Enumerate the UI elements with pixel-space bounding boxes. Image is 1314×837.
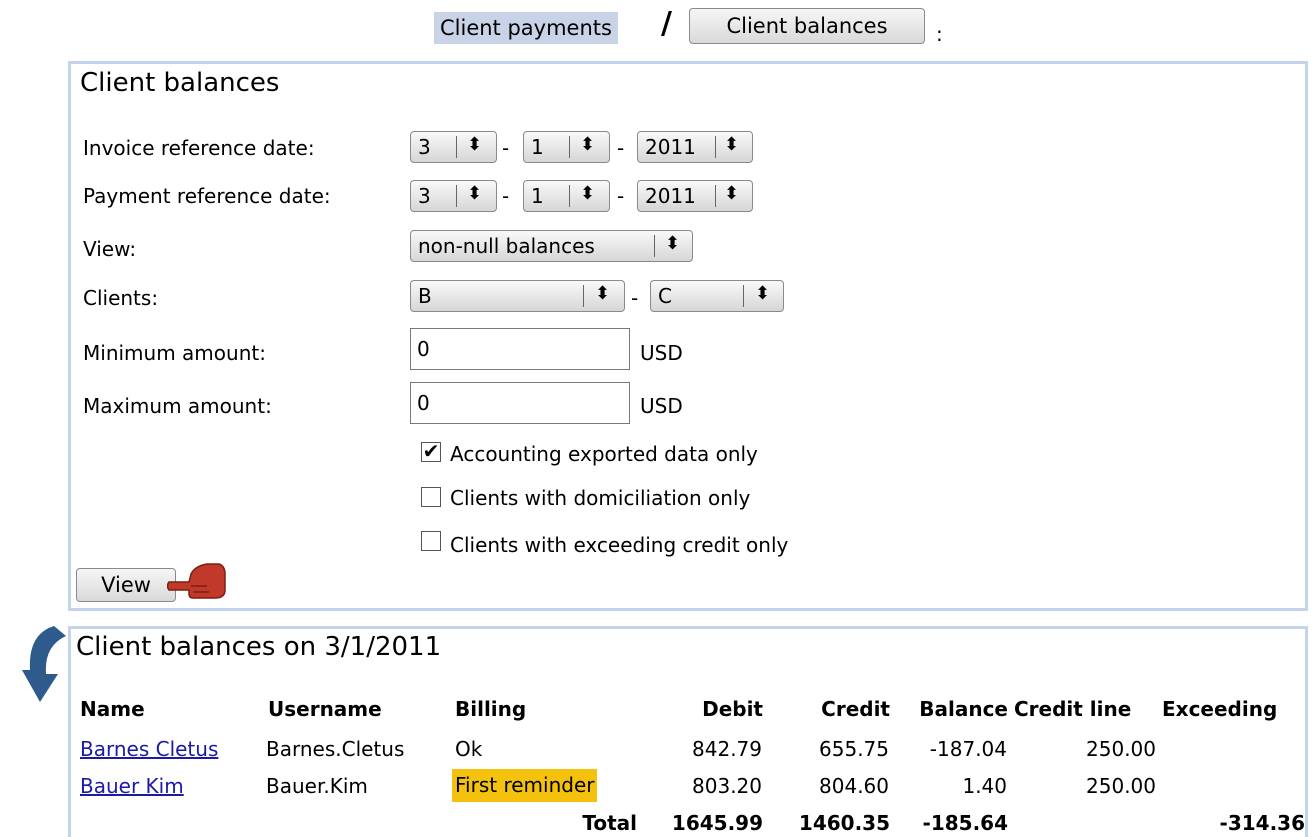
invoice-year-value: 2011 bbox=[645, 135, 696, 159]
domiciliation-checkbox[interactable] bbox=[421, 487, 441, 507]
invoice-month-select[interactable]: 1 ⬍ bbox=[523, 131, 610, 163]
payment-day-select[interactable]: 3 ⬍ bbox=[410, 180, 497, 212]
clients-to-value: C bbox=[658, 284, 672, 308]
payment-month-value: 1 bbox=[531, 184, 544, 208]
header-username: Username bbox=[268, 697, 382, 721]
curved-arrow-icon bbox=[22, 626, 66, 702]
client-username: Barnes.Cletus bbox=[266, 737, 405, 761]
payment-date-label: Payment reference date: bbox=[83, 184, 331, 208]
domiciliation-label: Clients with domiciliation only bbox=[450, 486, 751, 510]
total-exceeding: -314.36 bbox=[1219, 811, 1305, 835]
view-select[interactable]: non-null balances ⬍ bbox=[410, 230, 693, 262]
payment-year-select[interactable]: 2011 ⬍ bbox=[637, 180, 753, 212]
client-username: Bauer.Kim bbox=[266, 774, 368, 798]
updown-arrows-icon: ⬍ bbox=[724, 183, 740, 204]
maximum-amount-input[interactable]: 0 bbox=[410, 382, 630, 424]
clients-from-value: B bbox=[418, 284, 432, 308]
date-dash: - bbox=[502, 136, 510, 160]
minimum-amount-input[interactable]: 0 bbox=[410, 328, 630, 370]
header-credit: Credit bbox=[821, 697, 890, 721]
updown-arrows-icon: ⬍ bbox=[755, 283, 771, 304]
updown-arrows-icon: ⬍ bbox=[665, 233, 681, 254]
header-name: Name bbox=[80, 697, 145, 721]
invoice-date-label: Invoice reference date: bbox=[83, 136, 315, 160]
client-balances-button-label: Client balances bbox=[726, 14, 888, 38]
date-dash: - bbox=[502, 184, 510, 208]
header-billing: Billing bbox=[455, 697, 527, 721]
minimum-currency: USD bbox=[640, 341, 683, 365]
credit-line-value: 250.00 bbox=[1086, 774, 1156, 798]
billing-status: Ok bbox=[455, 737, 483, 761]
maximum-currency: USD bbox=[640, 394, 683, 418]
client-balances-button[interactable]: Client balances bbox=[689, 8, 925, 44]
debit-value: 803.20 bbox=[692, 774, 762, 798]
clients-to-select[interactable]: C ⬍ bbox=[650, 280, 784, 312]
view-label: View: bbox=[83, 237, 137, 261]
payment-year-value: 2011 bbox=[645, 184, 696, 208]
billing-status-reminder: First reminder bbox=[452, 769, 598, 802]
updown-arrows-icon: ⬍ bbox=[595, 283, 611, 304]
view-button-label: View bbox=[101, 573, 151, 597]
nav-trailing-colon: : bbox=[936, 22, 943, 46]
exceeding-credit-checkbox[interactable] bbox=[421, 531, 441, 551]
updown-arrows-icon: ⬍ bbox=[467, 183, 483, 204]
total-balance: -185.64 bbox=[922, 811, 1008, 835]
date-dash: - bbox=[617, 136, 625, 160]
view-button[interactable]: View bbox=[76, 568, 176, 602]
pointing-hand-icon bbox=[167, 563, 226, 599]
date-dash: - bbox=[617, 184, 625, 208]
updown-arrows-icon: ⬍ bbox=[467, 134, 483, 155]
checkmark-icon: ✔ bbox=[422, 439, 440, 463]
payment-month-select[interactable]: 1 ⬍ bbox=[523, 180, 610, 212]
client-name-link[interactable]: Bauer Kim bbox=[80, 774, 184, 798]
updown-arrows-icon: ⬍ bbox=[724, 134, 740, 155]
client-name-link[interactable]: Barnes Cletus bbox=[80, 737, 218, 761]
updown-arrows-icon: ⬍ bbox=[580, 134, 596, 155]
balance-value: 1.40 bbox=[962, 774, 1007, 798]
debit-value: 842.79 bbox=[692, 737, 762, 761]
nav-separator: / bbox=[661, 6, 672, 41]
header-balance: Balance bbox=[919, 697, 1008, 721]
clients-label: Clients: bbox=[83, 286, 159, 310]
total-label: Total bbox=[582, 811, 637, 835]
clients-from-select[interactable]: B ⬍ bbox=[410, 280, 625, 312]
view-select-value: non-null balances bbox=[418, 234, 595, 258]
tab-client-payments[interactable]: Client payments bbox=[434, 12, 618, 44]
invoice-day-select[interactable]: 3 ⬍ bbox=[410, 131, 497, 163]
accounting-exported-checkbox[interactable]: ✔ bbox=[421, 439, 441, 463]
updown-arrows-icon: ⬍ bbox=[580, 183, 596, 204]
credit-value: 655.75 bbox=[819, 737, 889, 761]
minimum-amount-label: Minimum amount: bbox=[83, 341, 266, 365]
header-debit: Debit bbox=[702, 697, 763, 721]
invoice-day-value: 3 bbox=[418, 135, 431, 159]
header-exceeding: Exceeding bbox=[1162, 697, 1278, 721]
header-credit-line: Credit line bbox=[1014, 697, 1132, 721]
filter-panel-title: Client balances bbox=[80, 68, 280, 98]
exceeding-credit-label: Clients with exceeding credit only bbox=[450, 533, 789, 557]
invoice-year-select[interactable]: 2011 ⬍ bbox=[637, 131, 753, 163]
invoice-month-value: 1 bbox=[531, 135, 544, 159]
clients-dash: - bbox=[631, 286, 639, 310]
total-credit: 1460.35 bbox=[798, 811, 890, 835]
credit-value: 804.60 bbox=[819, 774, 889, 798]
payment-day-value: 3 bbox=[418, 184, 431, 208]
balance-value: -187.04 bbox=[929, 737, 1007, 761]
total-debit: 1645.99 bbox=[671, 811, 763, 835]
maximum-amount-label: Maximum amount: bbox=[83, 394, 272, 418]
accounting-exported-label: Accounting exported data only bbox=[450, 442, 758, 466]
credit-line-value: 250.00 bbox=[1086, 737, 1156, 761]
results-title: Client balances on 3/1/2011 bbox=[76, 632, 442, 662]
